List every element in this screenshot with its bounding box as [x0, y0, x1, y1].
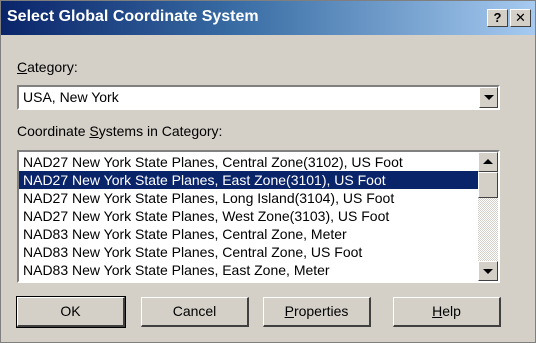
properties-button[interactable]: Properties [263, 297, 371, 327]
chevron-down-icon [484, 95, 494, 100]
list-item[interactable]: NAD27 New York State Planes, Long Island… [19, 189, 478, 207]
chevron-up-icon [483, 159, 493, 164]
coordinate-systems-label: Coordinate Systems in Category: [17, 123, 223, 139]
close-icon: ✕ [515, 10, 526, 25]
scroll-up-button[interactable] [478, 152, 498, 172]
coordinate-systems-list[interactable]: NAD27 New York State Planes, Central Zon… [17, 150, 500, 283]
list-items: NAD27 New York State Planes, Central Zon… [19, 153, 478, 279]
list-item[interactable]: NAD83 New York State Planes, Central Zon… [19, 243, 478, 261]
help-button[interactable]: Help [393, 297, 501, 327]
list-item[interactable]: NAD83 New York State Planes, Central Zon… [19, 225, 478, 243]
question-mark-icon: ? [493, 10, 502, 25]
list-item[interactable]: NAD27 New York State Planes, Central Zon… [19, 153, 478, 171]
cancel-button[interactable]: Cancel [141, 297, 249, 327]
dialog-title: Select Global Coordinate System [7, 8, 259, 25]
select-coordinate-system-dialog: Select Global Coordinate System ? ✕ Cate… [0, 0, 536, 343]
help-title-button[interactable]: ? [487, 9, 508, 27]
category-dropdown-button[interactable] [479, 87, 498, 108]
ok-button[interactable]: OK [16, 296, 126, 328]
vertical-scrollbar[interactable] [478, 152, 498, 281]
title-bar[interactable]: Select Global Coordinate System ? ✕ [1, 1, 535, 35]
scroll-down-button[interactable] [478, 261, 498, 281]
chevron-down-icon [483, 269, 493, 274]
list-item[interactable]: NAD27 New York State Planes, West Zone(3… [19, 207, 478, 225]
list-item[interactable]: NAD83 New York State Planes, East Zone, … [19, 261, 478, 279]
category-selected-value: USA, New York [23, 89, 119, 105]
list-item[interactable]: NAD27 New York State Planes, East Zone(3… [19, 171, 478, 189]
category-label: Category: [17, 59, 78, 75]
close-button[interactable]: ✕ [510, 9, 531, 27]
category-dropdown[interactable]: USA, New York [17, 85, 500, 110]
scrollbar-thumb[interactable] [478, 172, 498, 198]
